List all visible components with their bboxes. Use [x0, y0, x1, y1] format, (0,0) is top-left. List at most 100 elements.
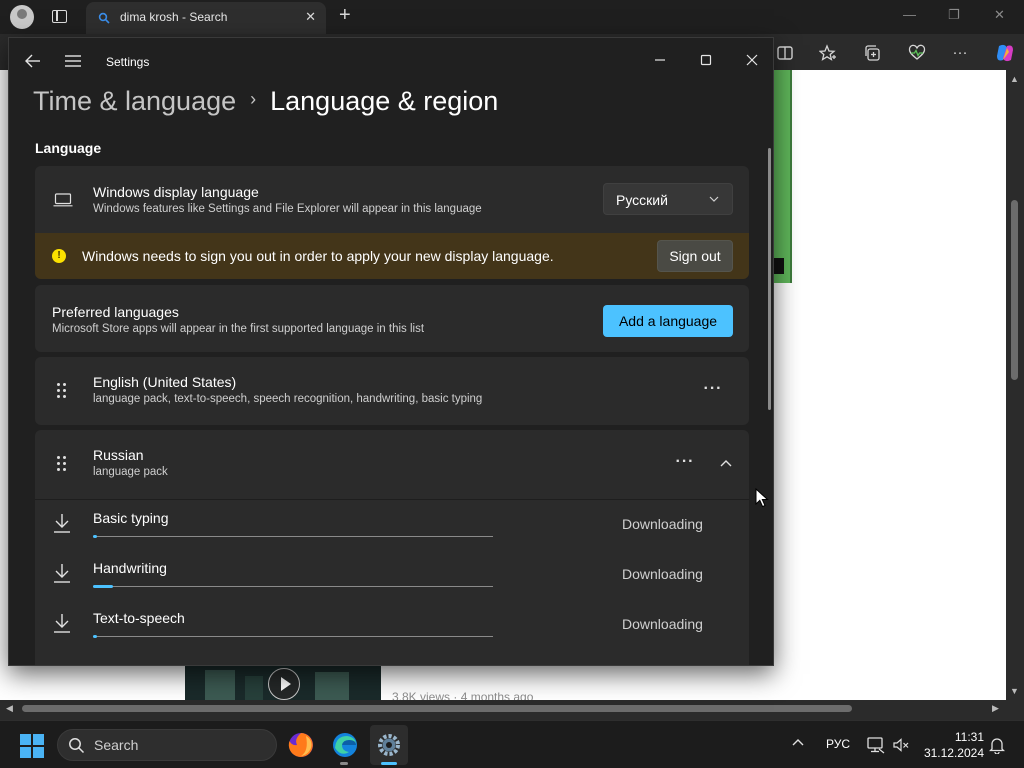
download-icon	[54, 564, 70, 583]
add-language-button[interactable]: Add a language	[603, 305, 733, 337]
breadcrumb-parent[interactable]: Time & language	[33, 86, 236, 116]
laptop-icon	[53, 193, 73, 207]
download-icon	[54, 614, 70, 633]
new-tab-icon[interactable]: +	[339, 4, 351, 27]
section-label-language: Language	[35, 140, 102, 156]
display-language-dropdown[interactable]: Русский	[603, 183, 733, 215]
display-language-subtitle: Windows features like Settings and File …	[93, 203, 482, 215]
network-icon[interactable]	[866, 736, 886, 754]
clock-date: 31.12.2024	[923, 746, 984, 760]
tab-close-icon[interactable]: ✕	[305, 9, 316, 25]
close-icon[interactable]	[740, 48, 764, 72]
settings-more-icon[interactable]: ···	[951, 44, 969, 62]
edge-icon[interactable]	[330, 730, 360, 760]
download-status: Downloading	[622, 566, 703, 582]
favorites-icon[interactable]	[819, 44, 837, 62]
browser-tabstrip: dima krosh - Search ✕ + — ❐ ✕	[0, 0, 1024, 34]
page-image-badge	[774, 258, 784, 274]
signout-warning-text: Windows needs to sign you out in order t…	[82, 248, 554, 264]
settings-scrollbar[interactable]	[768, 148, 771, 410]
language-name: Russian	[93, 447, 144, 463]
chevron-up-icon[interactable]	[792, 738, 804, 748]
download-progress-bar	[93, 585, 493, 588]
language-item-english[interactable]: English (United States) language pack, t…	[35, 357, 749, 425]
hamburger-menu-icon[interactable]	[65, 54, 81, 68]
more-options-icon[interactable]: ···	[670, 452, 700, 476]
back-arrow-icon[interactable]	[23, 51, 43, 71]
download-row-handwriting: Handwriting Downloading	[35, 550, 749, 600]
language-features: language pack	[93, 466, 168, 478]
mouse-cursor-icon	[755, 488, 769, 508]
chevron-up-icon[interactable]	[719, 459, 733, 469]
download-progress-fill	[93, 635, 97, 638]
more-options-icon[interactable]: ···	[698, 379, 728, 403]
preferred-languages-card: Preferred languages Microsoft Store apps…	[35, 285, 749, 352]
tab-actions-icon[interactable]	[52, 10, 67, 23]
language-features: language pack, text-to-speech, speech re…	[93, 393, 483, 405]
preferred-languages-subtitle: Microsoft Store apps will appear in the …	[52, 323, 425, 335]
clock-time: 11:31	[954, 730, 984, 744]
browser-tab[interactable]: dima krosh - Search ✕	[86, 2, 326, 34]
sign-out-button[interactable]: Sign out	[657, 240, 733, 272]
page-horizontal-scrollbar[interactable]: ◀ ▶	[0, 700, 1006, 718]
windows-start-icon[interactable]	[20, 734, 44, 758]
taskbar: Search РУС 11:31 31.12.2024	[0, 720, 1024, 768]
chevron-right-icon: ›	[250, 89, 257, 109]
browser-essentials-icon[interactable]	[908, 44, 926, 62]
taskbar-clock[interactable]: 11:31 31.12.2024	[918, 729, 984, 761]
download-label: Text-to-speech	[93, 610, 185, 626]
signout-warning-banner: ! Windows needs to sign you out in order…	[35, 233, 749, 279]
search-icon	[69, 738, 85, 754]
download-progress-fill	[93, 585, 113, 588]
language-item-russian[interactable]: Russian language pack ··· Basic typing D…	[35, 430, 749, 665]
tab-title: dima krosh - Search	[120, 10, 228, 24]
warning-icon: !	[52, 249, 66, 263]
download-status: Downloading	[622, 616, 703, 632]
minimize-icon[interactable]	[648, 48, 672, 72]
firefox-icon[interactable]	[286, 730, 316, 760]
notification-bell-icon[interactable]	[989, 736, 1005, 754]
download-icon	[54, 514, 70, 533]
display-language-title: Windows display language	[93, 184, 259, 200]
download-row-basic-typing: Basic typing Downloading	[35, 500, 749, 550]
download-status: Downloading	[622, 516, 703, 532]
horizontal-scroll-thumb[interactable]	[22, 705, 852, 712]
volume-muted-icon[interactable]	[892, 736, 910, 754]
input-language-indicator[interactable]: РУС	[826, 737, 850, 751]
video-thumbnail[interactable]	[185, 666, 381, 702]
search-favicon-icon	[98, 12, 110, 24]
display-language-card: Windows display language Windows feature…	[35, 166, 749, 234]
app-title: Settings	[106, 55, 150, 69]
settings-titlebar: Settings	[9, 38, 773, 86]
settings-gear-icon[interactable]	[374, 730, 404, 760]
running-indicator	[340, 762, 348, 765]
page-title: Language & region	[270, 86, 499, 116]
breadcrumb: Time & language › Language & region	[33, 86, 498, 126]
page-vertical-scrollbar[interactable]: ▲ ▼	[1006, 70, 1024, 700]
download-label: Handwriting	[93, 560, 167, 576]
download-label: Basic typing	[93, 510, 169, 526]
drag-handle-icon[interactable]	[57, 383, 69, 399]
browser-restore-icon[interactable]: ❐	[948, 7, 960, 23]
browser-close-icon[interactable]: ✕	[994, 7, 1005, 23]
preferred-languages-title: Preferred languages	[52, 304, 179, 320]
settings-window: Settings Time & language › Language & regi…	[8, 37, 774, 666]
display-language-value: Русский	[616, 192, 668, 208]
split-screen-icon[interactable]	[776, 44, 794, 62]
taskbar-search-placeholder: Search	[94, 737, 139, 753]
drag-handle-icon[interactable]	[57, 456, 69, 472]
taskbar-search[interactable]: Search	[57, 729, 277, 761]
chevron-down-icon	[709, 196, 719, 202]
collections-icon[interactable]	[863, 44, 881, 62]
play-icon[interactable]	[268, 668, 300, 700]
download-progress-bar	[93, 535, 493, 538]
download-progress-bar	[93, 635, 493, 638]
language-name: English (United States)	[93, 374, 237, 390]
browser-toolbar: ···	[770, 36, 1024, 70]
vertical-scroll-thumb[interactable]	[1011, 200, 1018, 380]
page-image-edge	[774, 70, 792, 283]
profile-avatar-icon[interactable]	[10, 5, 34, 29]
copilot-icon[interactable]	[994, 42, 1016, 64]
maximize-icon[interactable]	[694, 48, 718, 72]
browser-minimize-icon[interactable]: —	[903, 7, 916, 22]
